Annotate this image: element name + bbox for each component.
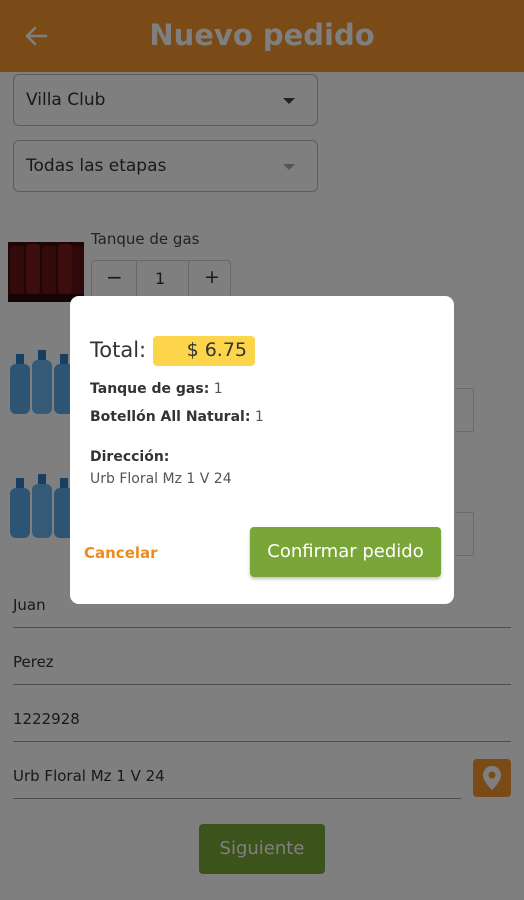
order-line-label: Tanque de gas: — [90, 381, 210, 397]
address-label: Dirección: — [90, 449, 170, 465]
order-line-label: Botellón All Natural: — [90, 409, 251, 425]
order-line: Tanque de gas: 1 — [90, 381, 223, 397]
address-summary: Urb Floral Mz 1 V 24 — [90, 471, 232, 487]
order-line-qty: 1 — [254, 409, 264, 425]
order-line: Botellón All Natural: 1 — [90, 409, 264, 425]
total-badge: $ 6.75 — [153, 336, 255, 366]
cancel-button[interactable]: Cancelar — [84, 544, 158, 562]
total-label: Total: — [90, 338, 147, 362]
total-value: $ 6.75 — [186, 339, 247, 361]
order-line-qty: 1 — [213, 381, 223, 397]
confirm-order-button[interactable]: Confirmar pedido — [250, 527, 441, 577]
order-confirmation-dialog: Total: $ 6.75 Tanque de gas: 1 Botellón … — [70, 296, 454, 604]
